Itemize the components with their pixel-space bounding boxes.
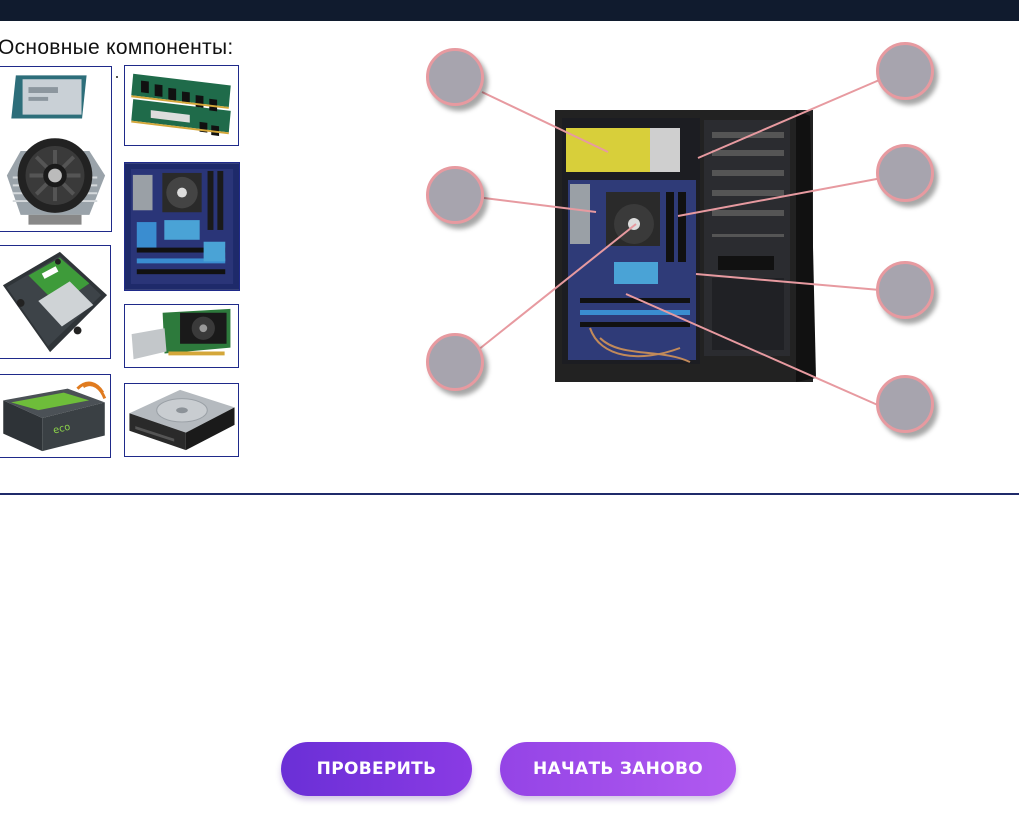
component-gpu[interactable] <box>124 304 239 368</box>
component-cpu-cooler[interactable] <box>0 66 112 232</box>
hdd-icon <box>0 246 110 358</box>
psu-icon: eco <box>0 375 110 457</box>
components-heading: Основные компоненты: <box>0 36 234 59</box>
ram-icon <box>125 66 238 145</box>
component-motherboard[interactable] <box>124 162 240 291</box>
motherboard-icon <box>125 163 239 290</box>
top-bar <box>0 0 1019 21</box>
drop-target-2[interactable] <box>426 166 484 224</box>
component-hdd[interactable] <box>0 245 111 359</box>
drop-target-3[interactable] <box>426 333 484 391</box>
check-button[interactable]: ПРОВЕРИТЬ <box>281 742 472 796</box>
stray-dot <box>116 76 118 78</box>
section-divider <box>0 493 1019 495</box>
drop-target-5[interactable] <box>876 144 934 202</box>
reset-button[interactable]: НАЧАТЬ ЗАНОВО <box>500 742 736 796</box>
drop-target-1[interactable] <box>426 48 484 106</box>
component-psu[interactable]: eco <box>0 374 111 458</box>
optical-drive-icon <box>125 384 238 456</box>
component-optical-drive[interactable] <box>124 383 239 457</box>
drop-target-7[interactable] <box>876 375 934 433</box>
component-ram[interactable] <box>124 65 239 146</box>
gpu-icon <box>125 305 238 367</box>
pc-case-diagram <box>400 28 1019 468</box>
drop-target-6[interactable] <box>876 261 934 319</box>
cpu-cooler-icon <box>0 67 111 231</box>
drop-target-4[interactable] <box>876 42 934 100</box>
